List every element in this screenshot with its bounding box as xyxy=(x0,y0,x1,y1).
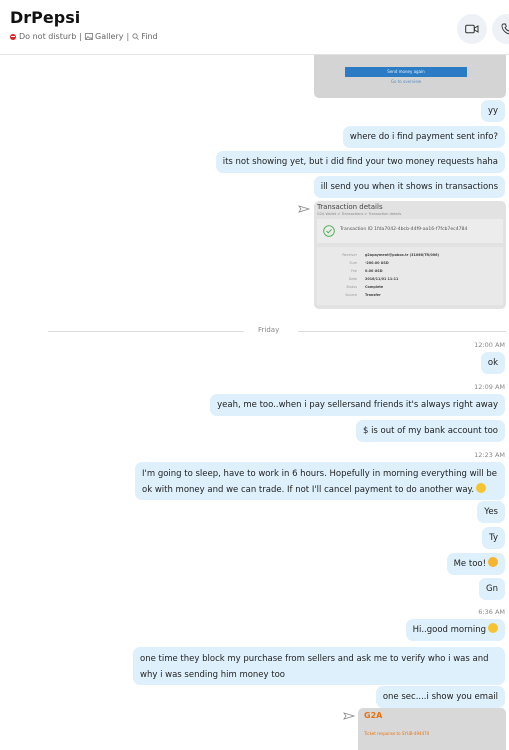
status-line: Do not disturb | Gallery | Find xyxy=(10,32,158,41)
transaction-row: Receiver g2apayment@pobox.tr (31066/TR/00… xyxy=(317,253,503,260)
transaction-breadcrumb: G2A Wallet > Transactions > Transaction … xyxy=(317,212,402,216)
message-bubble[interactable]: where do i find payment sent info? xyxy=(342,126,505,148)
gallery-link[interactable]: Gallery xyxy=(85,32,124,41)
day-divider-label: Friday xyxy=(258,326,280,334)
transaction-row: Fee 0.00 USD xyxy=(317,269,503,276)
message-bubble[interactable]: I'm going to sleep, have to work in 6 ho… xyxy=(135,462,505,500)
transaction-row-value: Complete xyxy=(365,285,384,289)
forward-icon[interactable] xyxy=(343,712,355,720)
transaction-title: Transaction details xyxy=(317,203,383,211)
timestamp: 6:36 AM xyxy=(478,608,505,616)
transaction-row-value: Transfer xyxy=(365,293,381,297)
message-list[interactable]: Send money again Go to overview yy where… xyxy=(0,55,509,750)
check-circle-icon xyxy=(323,225,335,237)
smiley-emoji-icon xyxy=(488,623,498,633)
separator: | xyxy=(79,32,82,41)
video-camera-icon xyxy=(465,24,479,34)
g2a-logo: G2A xyxy=(364,711,383,720)
transaction-id-card: Transaction ID 1fda7042-4bcb-44f9-aa16-f… xyxy=(317,219,503,243)
message-bubble[interactable]: ok xyxy=(480,352,505,374)
find-label: Find xyxy=(141,32,158,41)
smiley-emoji-icon xyxy=(476,483,487,493)
audio-call-button[interactable] xyxy=(492,14,509,44)
ticket-line: Ticket response to SYUB-494470 xyxy=(364,731,430,736)
message-bubble[interactable]: one sec....i show you email xyxy=(375,686,505,708)
message-bubble[interactable]: Yes xyxy=(477,501,505,523)
gallery-icon xyxy=(85,33,93,40)
contact-name[interactable]: DrPepsi xyxy=(10,8,80,27)
transaction-row-value: 2016/11/01 11:11 xyxy=(365,277,399,281)
timestamp: 12:00 AM xyxy=(474,341,505,349)
message-bubble[interactable]: Gn xyxy=(479,578,505,600)
transaction-row-label: Sum xyxy=(349,261,357,265)
go-to-overview-link: Go to overview xyxy=(390,79,422,84)
transaction-row: Source Transfer xyxy=(317,293,503,300)
sad-emoji-icon xyxy=(488,557,498,567)
transaction-row: Date 2016/11/01 11:11 xyxy=(317,277,503,284)
phone-icon xyxy=(501,23,509,35)
transaction-row-value: -200.00 USD xyxy=(365,261,389,265)
transaction-row: Status Complete xyxy=(317,285,503,292)
transaction-row-label: Source xyxy=(345,293,357,297)
message-bubble[interactable]: one time they block my purchase from sel… xyxy=(133,647,505,685)
shared-image-payment[interactable]: Send money again Go to overview xyxy=(314,55,506,98)
search-icon xyxy=(132,33,140,40)
message-bubble[interactable]: Hi..good morning xyxy=(405,619,505,641)
do-not-disturb-icon xyxy=(10,33,16,40)
transaction-row: Sum -200.00 USD xyxy=(317,261,503,268)
message-bubble[interactable]: yy xyxy=(480,100,505,122)
transaction-row-label: Status xyxy=(346,285,357,289)
transaction-row-value: g2apayment@pobox.tr (31066/TR/006) xyxy=(365,253,439,257)
message-bubble[interactable]: ill send you when it shows in transactio… xyxy=(313,176,505,198)
transaction-rows: Receiver g2apayment@pobox.tr (31066/TR/00… xyxy=(317,247,503,305)
timestamp: 12:23 AM xyxy=(474,451,505,459)
transaction-row-label: Fee xyxy=(351,269,357,273)
forward-icon[interactable] xyxy=(298,205,310,213)
status-text: Do not disturb xyxy=(19,32,77,41)
message-bubble[interactable]: yeah, me too..when i pay sellersand frie… xyxy=(210,394,505,416)
message-bubble[interactable]: $ is out of my bank account too xyxy=(355,420,505,442)
message-bubble[interactable]: its not showing yet, but i did find your… xyxy=(215,151,505,173)
transaction-row-value: 0.00 USD xyxy=(365,269,383,273)
chat-header: DrPepsi Do not disturb | Gallery | Find xyxy=(0,0,509,55)
message-bubble[interactable]: Me too! xyxy=(446,553,505,575)
separator: | xyxy=(126,32,130,41)
transaction-row-label: Date xyxy=(348,277,357,281)
transaction-row-label: Receiver xyxy=(342,253,357,257)
find-link[interactable]: Find xyxy=(132,32,158,41)
video-call-button[interactable] xyxy=(457,14,487,44)
timestamp: 12:09 AM xyxy=(474,383,505,391)
message-text: I'm going to sleep, have to work in 6 ho… xyxy=(142,469,497,495)
transaction-id: Transaction ID 1fda7042-4bcb-44f9-aa16-f… xyxy=(340,227,468,232)
send-money-again-button: Send money again xyxy=(345,67,467,77)
gallery-label: Gallery xyxy=(95,32,124,41)
message-bubble[interactable]: Ty xyxy=(482,527,505,549)
message-text: Hi..good morning xyxy=(412,625,486,635)
day-divider: Friday xyxy=(48,326,506,338)
shared-image-email[interactable]: G2A Ticket response to SYUB-494470 xyxy=(358,708,506,750)
shared-image-transaction[interactable]: Transaction details G2A Wallet > Transac… xyxy=(314,201,506,309)
message-text: Me too! xyxy=(453,559,486,569)
